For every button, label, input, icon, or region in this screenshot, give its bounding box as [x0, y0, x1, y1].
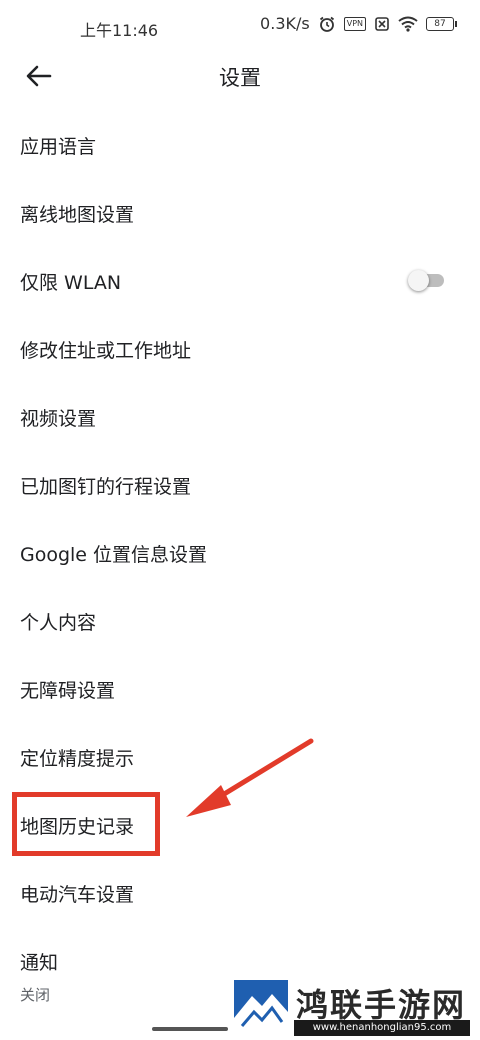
- setting-label: 已加图钉的行程设置: [20, 476, 192, 498]
- settings-list: 应用语言 离线地图设置 仅限 WLAN 修改住址或工作地址 视频设置 已加图钉的…: [0, 110, 480, 1004]
- setting-offline-maps[interactable]: 离线地图设置: [0, 178, 480, 246]
- setting-accessibility[interactable]: 无障碍设置: [0, 654, 480, 722]
- app-bar: 设置: [0, 52, 480, 100]
- setting-label: 通知: [20, 952, 59, 974]
- page-title: 设置: [219, 66, 261, 90]
- setting-label: 仅限 WLAN: [20, 272, 122, 294]
- setting-label: 个人内容: [20, 612, 97, 634]
- setting-label: 应用语言: [20, 136, 97, 158]
- setting-label: 离线地图设置: [20, 204, 135, 226]
- setting-sublabel: 关闭: [20, 986, 51, 1004]
- setting-pinned-trips[interactable]: 已加图钉的行程设置: [0, 450, 480, 518]
- watermark: 鸿联手游网 www.henanhonglian95.com: [232, 978, 472, 1036]
- wifi-only-toggle[interactable]: [408, 270, 446, 291]
- setting-label: 视频设置: [20, 408, 97, 430]
- network-speed: 0.3K/s: [260, 14, 310, 33]
- setting-edit-home-work[interactable]: 修改住址或工作地址: [0, 314, 480, 382]
- battery-icon: 87: [426, 16, 457, 31]
- toggle-thumb: [408, 270, 429, 291]
- setting-location-accuracy-tips[interactable]: 定位精度提示: [0, 722, 480, 790]
- watermark-logo-icon: [234, 980, 288, 1032]
- status-bar: 上午11:46 0.3K/s VPN 87: [0, 0, 480, 52]
- setting-label: 修改住址或工作地址: [20, 340, 192, 362]
- no-sim-icon: [375, 16, 389, 31]
- setting-video[interactable]: 视频设置: [0, 382, 480, 450]
- home-indicator[interactable]: [152, 1027, 228, 1031]
- watermark-url: www.henanhonglian95.com: [294, 1020, 470, 1036]
- setting-label: 无障碍设置: [20, 680, 116, 702]
- setting-wifi-only[interactable]: 仅限 WLAN: [0, 246, 480, 314]
- setting-app-language[interactable]: 应用语言: [0, 110, 480, 178]
- setting-personal-content[interactable]: 个人内容: [0, 586, 480, 654]
- setting-label: 电动汽车设置: [20, 884, 135, 906]
- wifi-icon: [398, 16, 418, 32]
- setting-label: Google 位置信息设置: [20, 544, 208, 566]
- alarm-icon: [319, 16, 334, 32]
- setting-google-location[interactable]: Google 位置信息设置: [0, 518, 480, 586]
- status-icons: 0.3K/s VPN 87: [260, 14, 457, 33]
- setting-label: 定位精度提示: [20, 748, 135, 770]
- setting-electric-vehicle[interactable]: 电动汽车设置: [0, 858, 480, 926]
- status-time: 上午11:46: [80, 21, 159, 40]
- annotation-highlight-box: [12, 792, 160, 856]
- vpn-icon: VPN: [343, 16, 366, 31]
